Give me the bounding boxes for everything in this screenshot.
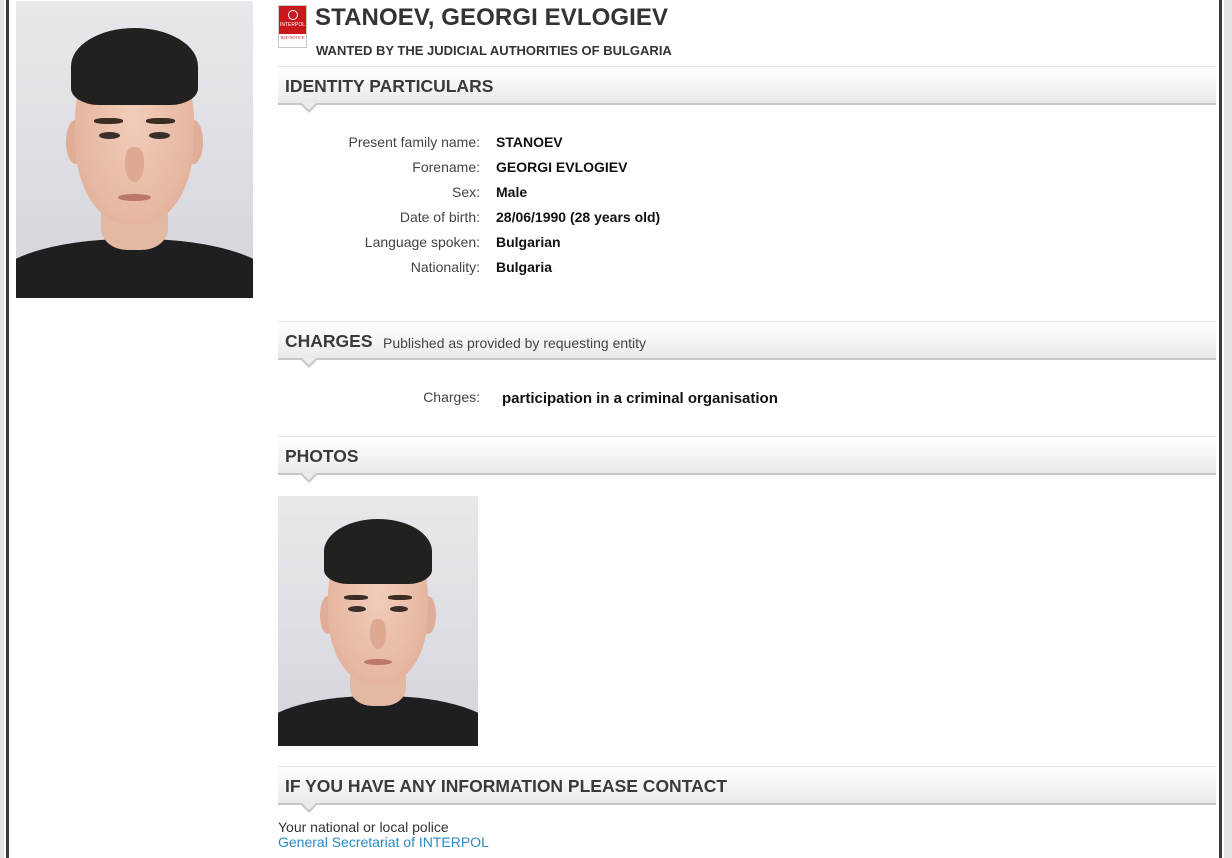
badge-top-label: INTERPOL bbox=[279, 22, 305, 28]
contact-police-text: Your national or local police bbox=[278, 819, 449, 835]
identity-value: GEORGI EVLOGIEV bbox=[496, 159, 628, 175]
identity-row-date-of-birth: Date of birth: 28/06/1990 (28 years old) bbox=[278, 209, 878, 229]
interpol-secretariat-link[interactable]: General Secretariat of INTERPOL bbox=[278, 834, 489, 850]
page-frame-left-border bbox=[6, 0, 9, 858]
identity-section-title: IDENTITY PARTICULARS bbox=[285, 76, 494, 96]
notice-page: INTERPOL RED NOTICE STANOEV, GEORGI EVLO… bbox=[0, 0, 1232, 858]
identity-value: Male bbox=[496, 184, 528, 200]
identity-value: STANOEV bbox=[496, 134, 563, 150]
charges-section-title: CHARGES bbox=[285, 331, 373, 351]
charges-section-note: Published as provided by requesting enti… bbox=[383, 335, 647, 351]
identity-label: Date of birth: bbox=[399, 209, 480, 225]
charges-section-header: CHARGES Published as provided by request… bbox=[278, 321, 1216, 368]
photo-thumbnail[interactable] bbox=[278, 496, 478, 746]
identity-row-language: Language spoken: Bulgarian bbox=[278, 234, 878, 254]
identity-label: Nationality: bbox=[410, 259, 480, 275]
red-notice-logo: INTERPOL RED NOTICE bbox=[278, 5, 307, 48]
photos-section-title: PHOTOS bbox=[285, 446, 359, 466]
identity-row-family-name: Present family name: STANOEV bbox=[278, 134, 878, 154]
main-portrait-photo[interactable] bbox=[16, 1, 253, 298]
identity-label: Present family name: bbox=[348, 134, 481, 150]
globe-icon bbox=[287, 10, 298, 20]
identity-label: Forename: bbox=[412, 159, 480, 175]
page-title: STANOEV, GEORGI EVLOGIEV bbox=[315, 4, 669, 31]
photos-section-header: PHOTOS bbox=[278, 436, 1216, 483]
identity-row-forename: Forename: GEORGI EVLOGIEV bbox=[278, 159, 878, 179]
page-frame-right bbox=[1224, 0, 1232, 858]
page-frame-right-border bbox=[1219, 0, 1222, 858]
identity-label: Language spoken: bbox=[364, 234, 480, 250]
charges-label: Charges: bbox=[423, 389, 480, 405]
identity-row-nationality: Nationality: Bulgaria bbox=[278, 259, 878, 279]
identity-section-header: IDENTITY PARTICULARS bbox=[278, 66, 1216, 113]
identity-value: Bulgaria bbox=[496, 259, 553, 275]
badge-bottom-label: RED NOTICE bbox=[280, 35, 305, 40]
page-frame-left bbox=[0, 0, 4, 858]
identity-label: Sex: bbox=[451, 184, 480, 200]
contact-section-title: IF YOU HAVE ANY INFORMATION PLEASE CONTA… bbox=[285, 776, 728, 796]
charges-value: participation in a criminal organisation bbox=[502, 390, 778, 407]
identity-row-sex: Sex: Male bbox=[278, 184, 878, 204]
contact-section-header: IF YOU HAVE ANY INFORMATION PLEASE CONTA… bbox=[278, 766, 1216, 813]
wanted-by-subtitle: WANTED BY THE JUDICIAL AUTHORITIES OF BU… bbox=[316, 43, 672, 58]
identity-value: Bulgarian bbox=[496, 234, 561, 250]
identity-value: 28/06/1990 (28 years old) bbox=[496, 209, 661, 225]
